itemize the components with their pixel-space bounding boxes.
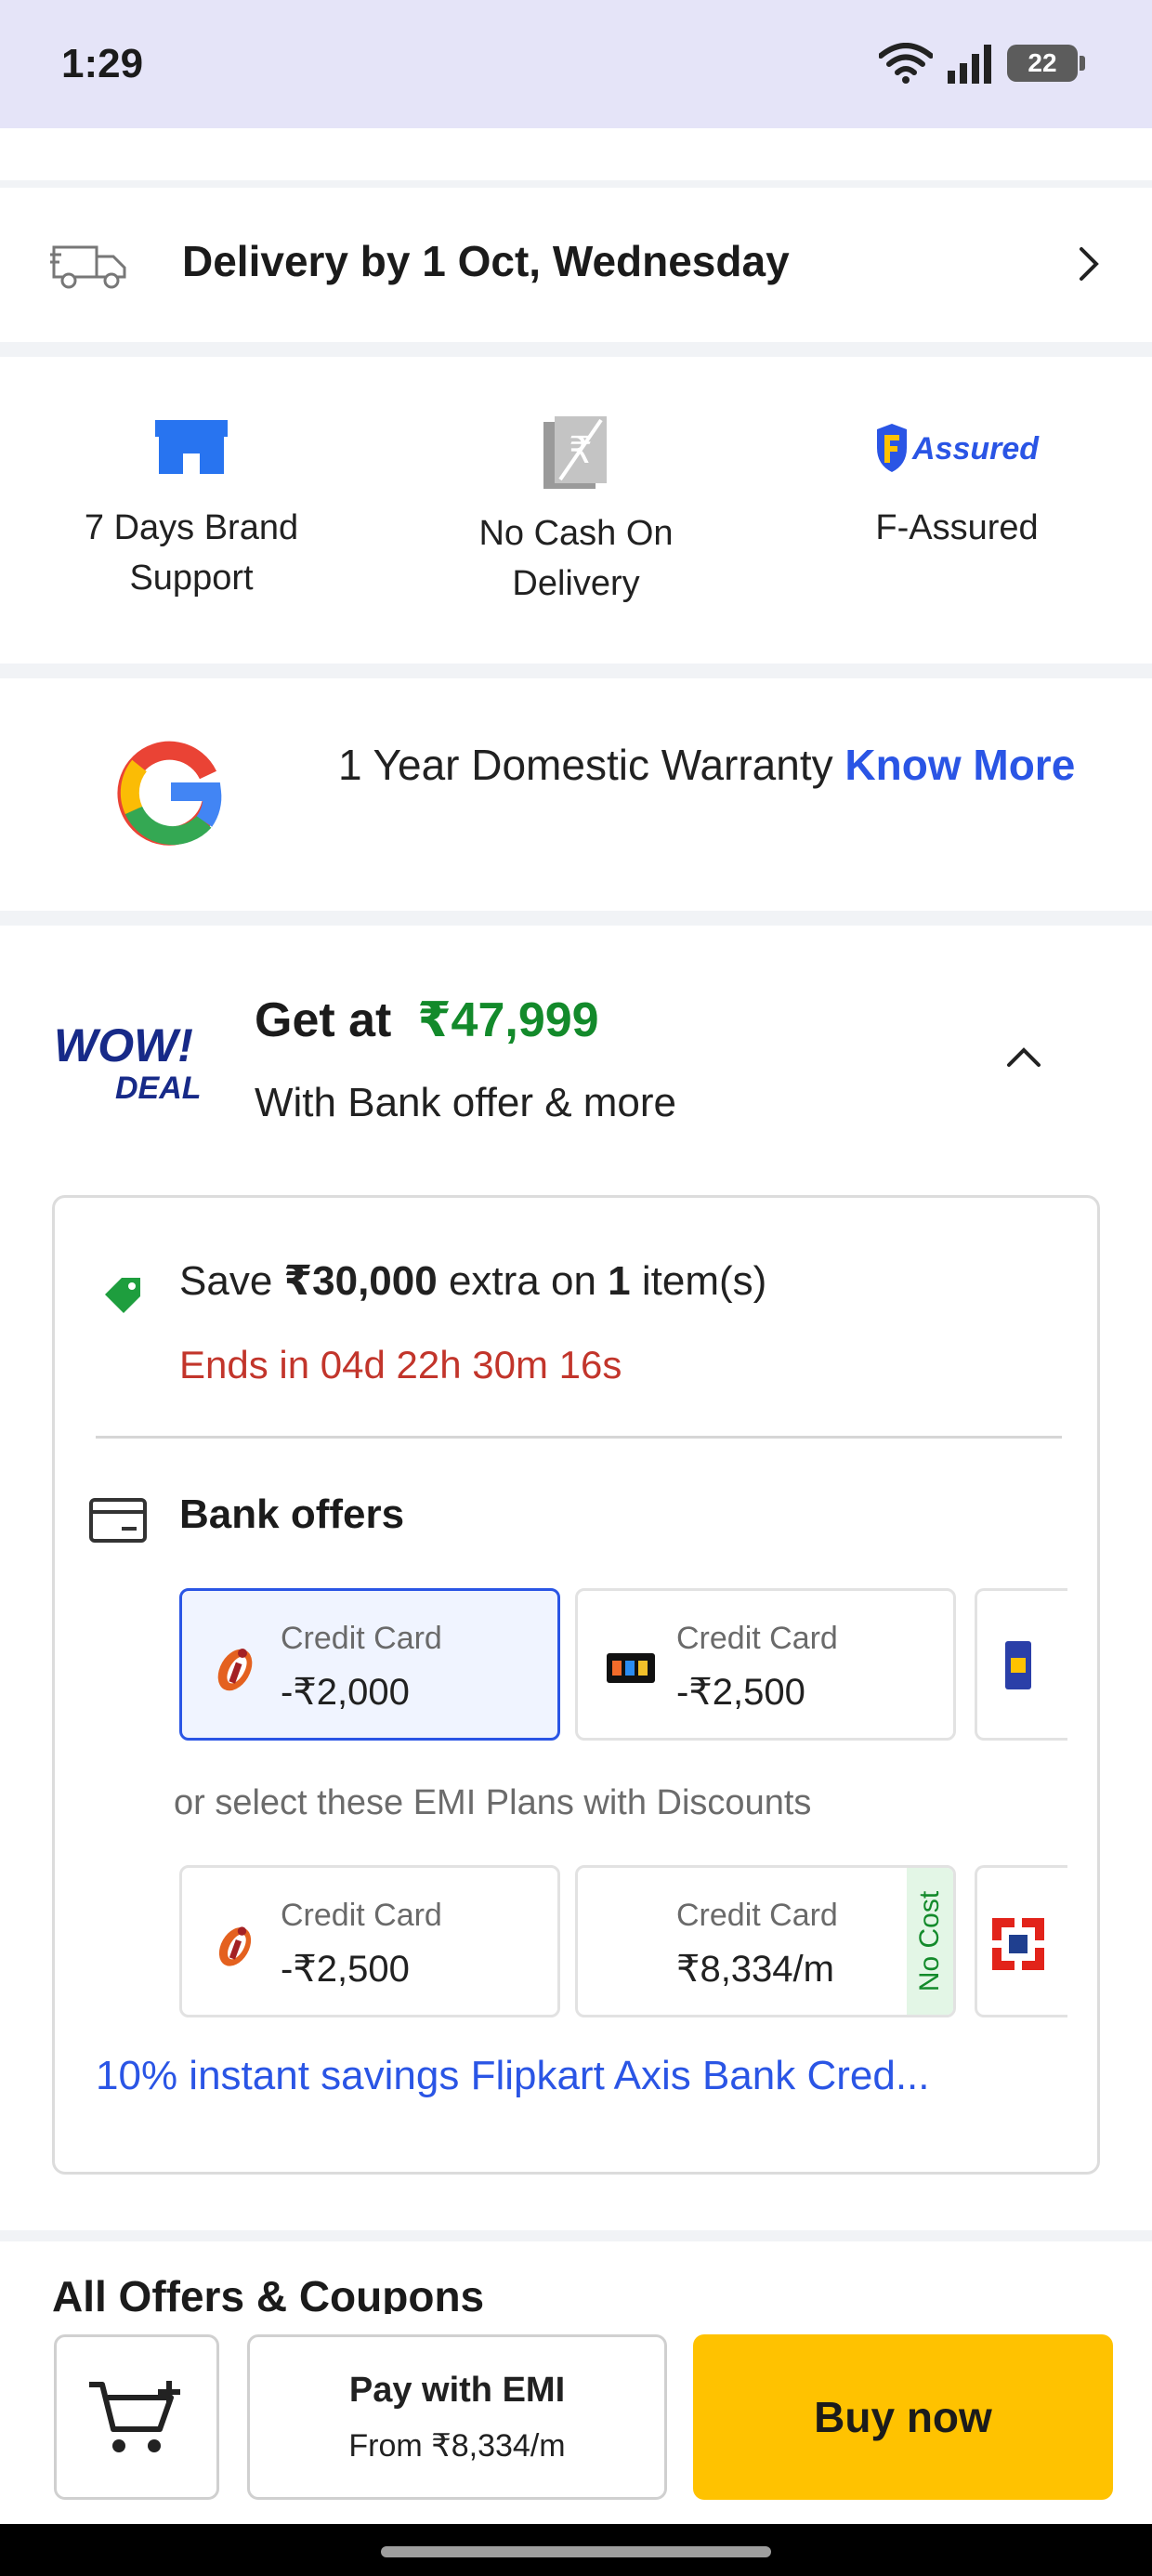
feature-brand-support[interactable]: 7 Days Brand Support [43,413,340,603]
card-discount: -₹2,500 [281,1949,410,1990]
card-discount: -₹2,500 [676,1672,805,1713]
bank-offer-card-flipkart-partial[interactable] [975,1588,1067,1741]
save-extra-text: Save ₹30,000 extra on 1 item(s) [179,1258,767,1304]
offer-box: Save ₹30,000 extra on 1 item(s) Ends in … [52,1195,1100,2175]
warranty-text: 1 Year Domestic Warranty Know More [338,736,1100,794]
pay-with-emi-button[interactable]: Pay with EMI From ₹8,334/m [247,2334,667,2500]
icici-logo-icon [203,1636,268,1701]
offer-timer: Ends in 04d 22h 30m 16s [179,1343,622,1387]
hdfc-logo-icon [990,1916,1046,1972]
chevron-up-icon[interactable] [1005,1046,1042,1069]
buy-now-label: Buy now [814,2393,992,2441]
battery-icon: 22 [1007,45,1085,82]
cart-plus-icon [89,2381,180,2452]
card-discount: -₹2,000 [281,1672,410,1713]
status-bar: 1:29 22 [0,0,1152,128]
no-cost-badge: No Cost [907,1868,953,2015]
system-nav-bar [0,2524,1152,2576]
bob-card-logo-icon [598,1636,663,1701]
delivery-row[interactable]: Delivery by 1 Oct, Wednesday [0,188,1152,342]
feature-label: 7 Days Brand Support [84,508,299,598]
wow-logo-text: WOW! [54,1019,193,1071]
deal-subtitle: With Bank offer & more [255,1080,677,1125]
wifi-icon [879,43,933,84]
divider [96,1436,1062,1439]
section-divider [0,180,1152,188]
chevron-right-icon [1080,247,1099,281]
card-type: Credit Card [676,1621,838,1656]
warranty-label: 1 Year Domestic Warranty [338,741,845,789]
assured-logo-text: Assured [911,431,1040,467]
previous-section-edge [0,128,1152,180]
section-divider [0,664,1152,678]
bank-offers-title: Bank offers [179,1492,405,1537]
google-logo-icon [117,741,222,846]
feature-label: F-Assured [875,508,1039,547]
card-type: Credit Card [676,1898,838,1933]
signal-icon [948,45,991,84]
emi-card-hdfc-partial[interactable] [975,1865,1067,2017]
icici-logo-icon [203,1912,268,1978]
add-to-cart-button[interactable] [54,2334,219,2500]
deal-heading: Get at ₹47,999 [255,992,599,1048]
section-divider [0,2230,1152,2241]
offer-tag-icon [105,1278,140,1313]
feature-label: No Cash On Delivery [478,514,674,603]
section-divider [0,342,1152,357]
bottom-action-bar: Pay with EMI From ₹8,334/m Buy now [0,2314,1152,2524]
wow-deal-logo: WOW! DEAL [54,1019,202,1106]
credit-card-icon [89,1498,147,1543]
know-more-link[interactable]: Know More [844,741,1075,789]
emi-card-no-cost[interactable]: Credit Card ₹8,334/m No Cost [575,1865,956,2017]
axis-bank-offer-link[interactable]: 10% instant savings Flipkart Axis Bank C… [96,2053,930,2099]
bank-offer-card-icici[interactable]: Credit Card -₹2,000 [179,1588,560,1741]
emi-plans-prompt: or select these EMI Plans with Discounts [174,1783,812,1822]
card-type: Credit Card [281,1621,442,1656]
status-icons: 22 [879,43,1085,84]
status-time: 1:29 [61,41,144,86]
battery-level: 22 [1028,48,1057,77]
warranty-row: 1 Year Domestic Warranty Know More [0,678,1152,911]
features-row: 7 Days Brand Support ₹ No Cash On Delive… [0,357,1152,664]
wow-deal-section: WOW! DEAL Get at ₹47,999 With Bank offer… [0,926,1152,2230]
no-cash-icon: ₹ [543,416,607,489]
emi-card-icici[interactable]: Credit Card -₹2,500 [179,1865,560,2017]
home-gesture-handle[interactable] [381,2546,771,2557]
feature-no-cod[interactable]: ₹ No Cash On Delivery [427,413,725,609]
delivery-truck-icon [50,245,126,289]
section-divider [0,911,1152,926]
buy-now-button[interactable]: Buy now [693,2334,1113,2500]
bank-offer-card-bob[interactable]: Credit Card -₹2,500 [575,1588,956,1741]
card-emi-amount: ₹8,334/m [676,1949,834,1990]
store-icon [155,420,228,474]
deal-logo-text: DEAL [115,1071,202,1106]
card-type: Credit Card [281,1898,442,1933]
feature-f-assured[interactable]: Assured F-Assured [808,413,1106,553]
f-assured-icon: Assured [877,424,1040,472]
deal-price: ₹47,999 [417,993,599,1047]
emi-button-subtitle: From ₹8,334/m [348,2428,566,2464]
flipkart-card-icon [1005,1641,1031,1689]
get-at-label: Get at [255,993,392,1047]
delivery-text: Delivery by 1 Oct, Wednesday [182,237,790,285]
emi-button-title: Pay with EMI [348,2371,566,2410]
